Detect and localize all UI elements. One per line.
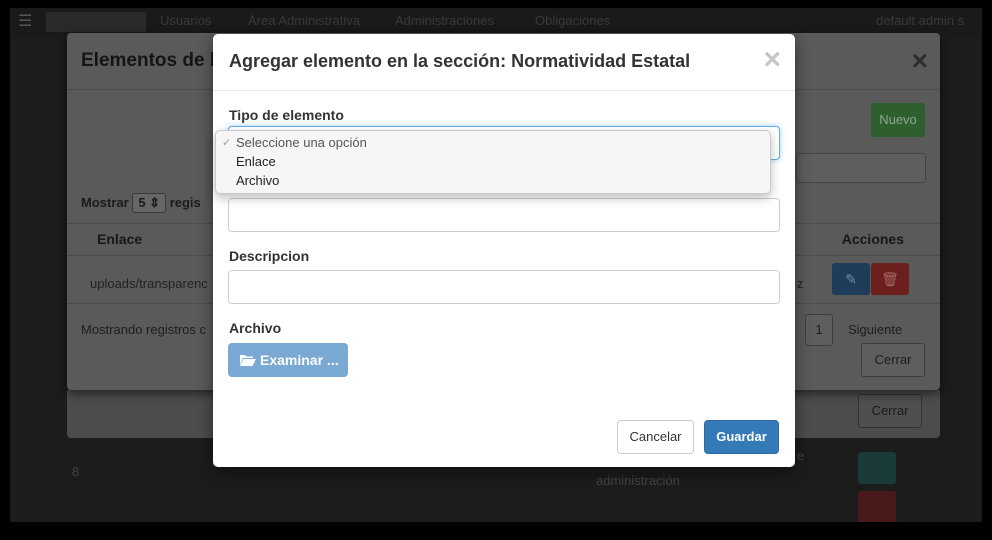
column-header-acciones: Acciones — [841, 231, 904, 247]
nav-user-label: default admin s — [876, 13, 965, 28]
bg-list-button — [858, 452, 896, 484]
table-cell-enlace: uploads/transparenc — [90, 276, 208, 291]
modal-title: Agregar elemento en la sección: Normativ… — [229, 51, 691, 71]
table-cell-z: z — [797, 276, 804, 291]
bg-delete-button — [858, 491, 896, 522]
nombre-field[interactable] — [228, 198, 780, 232]
pagination-page-1: 1 — [805, 314, 833, 346]
tipo-elemento-label: Tipo de elemento — [229, 107, 344, 123]
pagination-next: Siguiente — [848, 322, 903, 337]
modal-header-divider — [213, 90, 795, 91]
dropdown-option-placeholder[interactable]: Seleccione una opción — [236, 135, 367, 150]
descripcion-field[interactable] — [228, 270, 780, 304]
nav-active-item — [46, 12, 146, 32]
close-icon[interactable]: × — [763, 44, 781, 76]
dropdown-option-enlace[interactable]: Enlace — [236, 154, 276, 169]
nav-item-usuarios: Usuarios — [160, 13, 212, 28]
dropdown-option-archivo[interactable]: Archivo — [236, 173, 279, 188]
trash-icon: 🗑 — [881, 271, 899, 287]
add-element-modal: Agregar elemento en la sección: Normativ… — [213, 34, 795, 467]
pagination-info: Mostrando registros c — [81, 322, 206, 337]
menu-icon: ☰ — [18, 13, 33, 30]
bg-close-button: Cerrar — [858, 394, 922, 428]
tipo-elemento-dropdown: ✓ Seleccione una opción Enlace Archivo — [215, 130, 771, 194]
examinar-button[interactable]: Examinar ... — [228, 343, 348, 377]
mostrar-suffix: regis — [169, 195, 201, 210]
pencil-icon: ✎ — [845, 271, 857, 287]
bg-row-prefix: e — [797, 448, 805, 463]
bg-row-text: administración — [596, 473, 680, 488]
nav-item-area-administrativa: Área Administrativa — [248, 13, 360, 28]
back-modal-title: Elementos de la — [81, 50, 226, 71]
descripcion-label: Descripcion — [229, 248, 310, 264]
nav-item-obligaciones: Obligaciones — [535, 13, 611, 28]
cancel-button[interactable]: Cancelar — [617, 420, 694, 454]
bg-row-number: 8 — [72, 464, 80, 479]
save-button[interactable]: Guardar — [704, 420, 779, 454]
edit-button: ✎ — [832, 263, 870, 295]
folder-open-icon — [240, 355, 256, 366]
checkmark-icon: ✓ — [222, 137, 232, 149]
mostrar-select-value: 5 — [138, 195, 146, 210]
mostrar-label: Mostrar — [81, 195, 129, 210]
archivo-label: Archivo — [229, 320, 282, 336]
back-search-input — [796, 153, 926, 183]
delete-button: 🗑 — [871, 263, 909, 295]
column-header-enlace: Enlace — [97, 231, 143, 247]
nuevo-button: Nuevo — [871, 103, 925, 137]
mostrar-select: 5 ⇕ — [132, 193, 167, 213]
examinar-label: Examinar ... — [260, 352, 339, 368]
back-modal-close-button: Cerrar — [861, 343, 925, 377]
mostrar-control: Mostrar 5 ⇕ regis — [81, 193, 201, 213]
nav-item-administraciones: Administraciones — [395, 13, 494, 28]
top-navbar: ☰ Usuarios Área Administrativa Administr… — [10, 8, 982, 36]
back-modal-close-icon: × — [911, 45, 928, 76]
